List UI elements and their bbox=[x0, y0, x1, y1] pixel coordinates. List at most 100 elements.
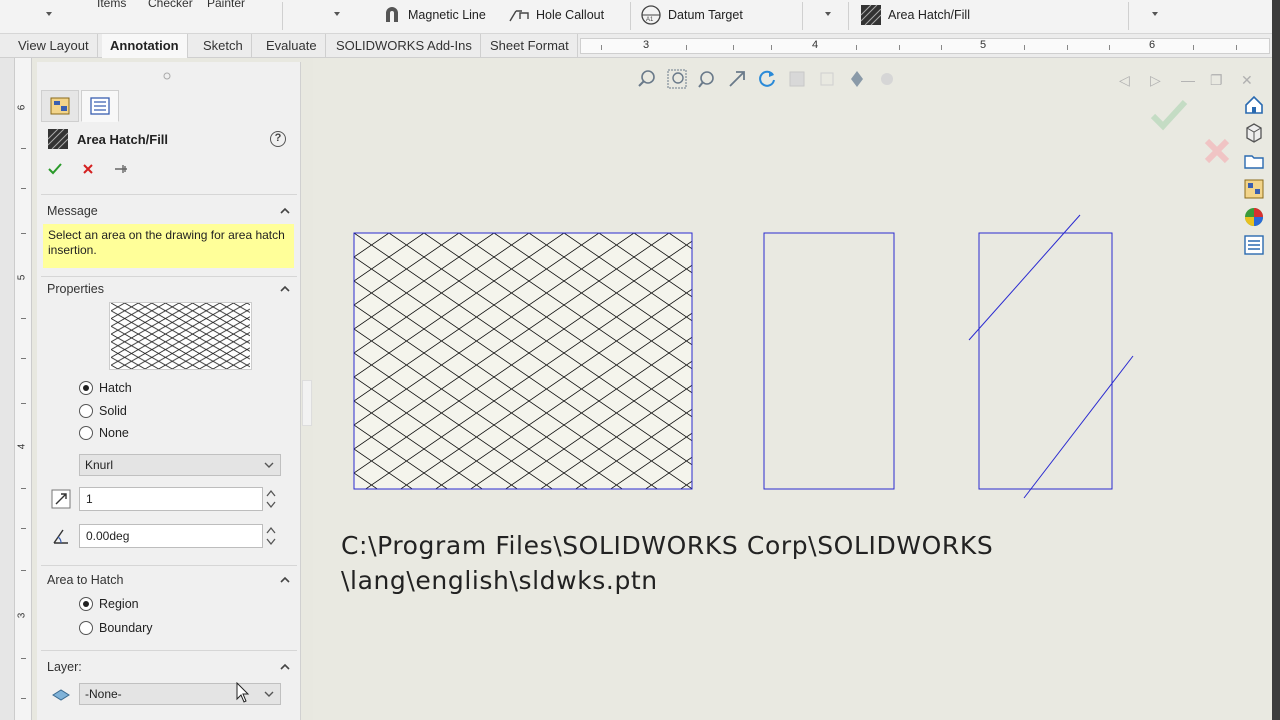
magnetic-line-label: Magnetic Line bbox=[408, 8, 486, 22]
tab-sketch[interactable]: Sketch bbox=[195, 34, 252, 58]
cancel-x-icon[interactable] bbox=[81, 162, 95, 176]
region-radio-option[interactable]: Region bbox=[79, 597, 139, 611]
hole-callout-icon bbox=[509, 10, 529, 22]
section-heading-properties[interactable]: Properties bbox=[47, 282, 104, 296]
ruler-number: 4 bbox=[16, 443, 28, 450]
radio-button[interactable] bbox=[79, 426, 93, 440]
tab-sheet-format[interactable]: Sheet Format bbox=[482, 34, 578, 58]
collapse-chevron-icon[interactable] bbox=[279, 283, 291, 295]
collapse-chevron-icon[interactable] bbox=[279, 205, 291, 217]
drawing-canvas[interactable]: ◁ ▷ — ❐ ✕ C:\Program Files\SOLIDWORKS Co… bbox=[313, 58, 1280, 720]
ruler-tick bbox=[21, 658, 26, 659]
chevron-down-icon[interactable] bbox=[1152, 12, 1158, 16]
hatch-pattern-preview bbox=[109, 302, 252, 370]
radio-button[interactable] bbox=[79, 597, 93, 611]
datum-target-button[interactable]: A1 Datum Target bbox=[640, 4, 743, 26]
angle-input[interactable]: 0.00deg bbox=[79, 524, 263, 548]
hatch-pattern-file-path-line2: \lang\english\sldwks.ptn bbox=[341, 566, 658, 595]
section-heading-layer[interactable]: Layer: bbox=[47, 660, 82, 674]
feature-manager-icon bbox=[50, 97, 70, 115]
task-pane bbox=[1241, 92, 1271, 264]
appearances-icon bbox=[1245, 208, 1263, 226]
tab-property-manager[interactable] bbox=[81, 90, 119, 122]
radio-label: None bbox=[99, 426, 129, 440]
appearances-tab[interactable] bbox=[1241, 204, 1267, 230]
tab-solidworks-add-ins[interactable]: SOLIDWORKS Add-Ins bbox=[328, 34, 481, 58]
design-library-tab[interactable] bbox=[1241, 120, 1267, 146]
toolbar-item-label[interactable]: Items bbox=[97, 0, 126, 10]
ruler-tick bbox=[21, 148, 26, 149]
hatch-pattern-file-path-line1: C:\Program Files\SOLIDWORKS Corp\SOLIDWO… bbox=[341, 531, 994, 560]
command-toolbar: Items Checker Painter Magnetic Line Hole… bbox=[0, 0, 1280, 34]
chevron-down-icon[interactable] bbox=[825, 12, 831, 16]
custom-properties-tab[interactable] bbox=[1241, 232, 1267, 258]
ruler-number: 3 bbox=[643, 39, 650, 51]
rectangle-with-slanted-lines[interactable] bbox=[968, 214, 1134, 499]
panel-title: Area Hatch/Fill bbox=[47, 128, 168, 150]
left-edge bbox=[0, 58, 14, 720]
ruler-tick bbox=[1193, 45, 1194, 50]
radio-label: Hatch bbox=[99, 381, 132, 395]
tab-evaluate[interactable]: Evaluate bbox=[258, 34, 326, 58]
toolbar-item-label[interactable]: Painter bbox=[207, 0, 245, 10]
section-heading-area-to-hatch[interactable]: Area to Hatch bbox=[47, 573, 123, 587]
ruler-tick bbox=[21, 570, 26, 571]
chevron-down-icon[interactable] bbox=[334, 12, 340, 16]
view-palette-tab[interactable] bbox=[1241, 176, 1267, 202]
radio-button[interactable] bbox=[79, 381, 93, 395]
right-window-edge bbox=[1272, 0, 1280, 720]
divider bbox=[630, 2, 631, 30]
scale-icon bbox=[51, 489, 71, 509]
radio-button[interactable] bbox=[79, 621, 93, 635]
layer-select[interactable]: -None- bbox=[79, 683, 281, 705]
ruler-tick bbox=[1236, 45, 1237, 50]
ruler-tick bbox=[21, 188, 26, 189]
divider bbox=[282, 2, 283, 30]
spinner-arrows-icon[interactable] bbox=[265, 487, 277, 511]
ruler-tick bbox=[21, 488, 26, 489]
help-icon[interactable]: ? bbox=[270, 131, 286, 147]
collapse-chevron-icon[interactable] bbox=[279, 574, 291, 586]
divider bbox=[41, 650, 297, 651]
none-radio-option[interactable]: None bbox=[79, 426, 129, 440]
hatched-rectangle[interactable] bbox=[353, 232, 693, 490]
empty-rectangle[interactable] bbox=[763, 232, 895, 490]
ruler-tick bbox=[21, 233, 26, 234]
spinner-arrows-icon[interactable] bbox=[265, 524, 277, 548]
tab-annotation[interactable]: Annotation bbox=[102, 34, 188, 58]
boundary-radio-option[interactable]: Boundary bbox=[79, 621, 153, 635]
file-explorer-tab[interactable] bbox=[1241, 148, 1267, 174]
scale-input[interactable]: 1 bbox=[79, 487, 263, 511]
ruler-tick bbox=[1024, 45, 1025, 50]
drawing-sheet[interactable] bbox=[313, 58, 1280, 720]
radio-button[interactable] bbox=[79, 404, 93, 418]
ruler-number: 6 bbox=[16, 104, 28, 111]
solidworks-resources-tab[interactable] bbox=[1241, 92, 1267, 118]
ruler-number: 3 bbox=[16, 612, 28, 619]
ruler-tick bbox=[686, 45, 687, 50]
hatch-radio-option[interactable]: Hatch bbox=[79, 381, 132, 395]
toolbar-item-label[interactable]: Checker bbox=[148, 0, 193, 10]
ruler-number: 5 bbox=[16, 274, 28, 281]
collapse-chevron-icon[interactable] bbox=[279, 661, 291, 673]
vertical-ruler: 6 5 4 3 bbox=[14, 58, 32, 720]
hole-callout-button[interactable]: Hole Callout bbox=[508, 4, 604, 26]
tab-feature-manager[interactable] bbox=[41, 90, 79, 122]
datum-target-icon: A1 bbox=[641, 5, 661, 25]
ok-checkmark-icon[interactable] bbox=[47, 162, 63, 176]
panel-splitter[interactable] bbox=[302, 380, 312, 426]
area-hatch-fill-button[interactable]: Area Hatch/Fill bbox=[860, 4, 970, 26]
pushpin-icon[interactable] bbox=[113, 162, 129, 176]
hatch-pattern-select[interactable]: Knurl bbox=[79, 454, 281, 476]
tab-view-layout[interactable]: View Layout bbox=[10, 34, 98, 58]
grip-icon[interactable] bbox=[163, 72, 171, 80]
datum-target-label: Datum Target bbox=[668, 8, 743, 22]
horizontal-ruler: 3 4 5 6 bbox=[580, 38, 1270, 54]
magnet-icon bbox=[386, 7, 398, 22]
section-heading-message[interactable]: Message bbox=[47, 204, 98, 218]
solid-radio-option[interactable]: Solid bbox=[79, 404, 127, 418]
magnetic-line-button[interactable]: Magnetic Line bbox=[382, 4, 486, 26]
view-palette-icon bbox=[1244, 179, 1264, 199]
chevron-down-icon[interactable] bbox=[46, 12, 52, 16]
ruler-tick bbox=[899, 45, 900, 50]
